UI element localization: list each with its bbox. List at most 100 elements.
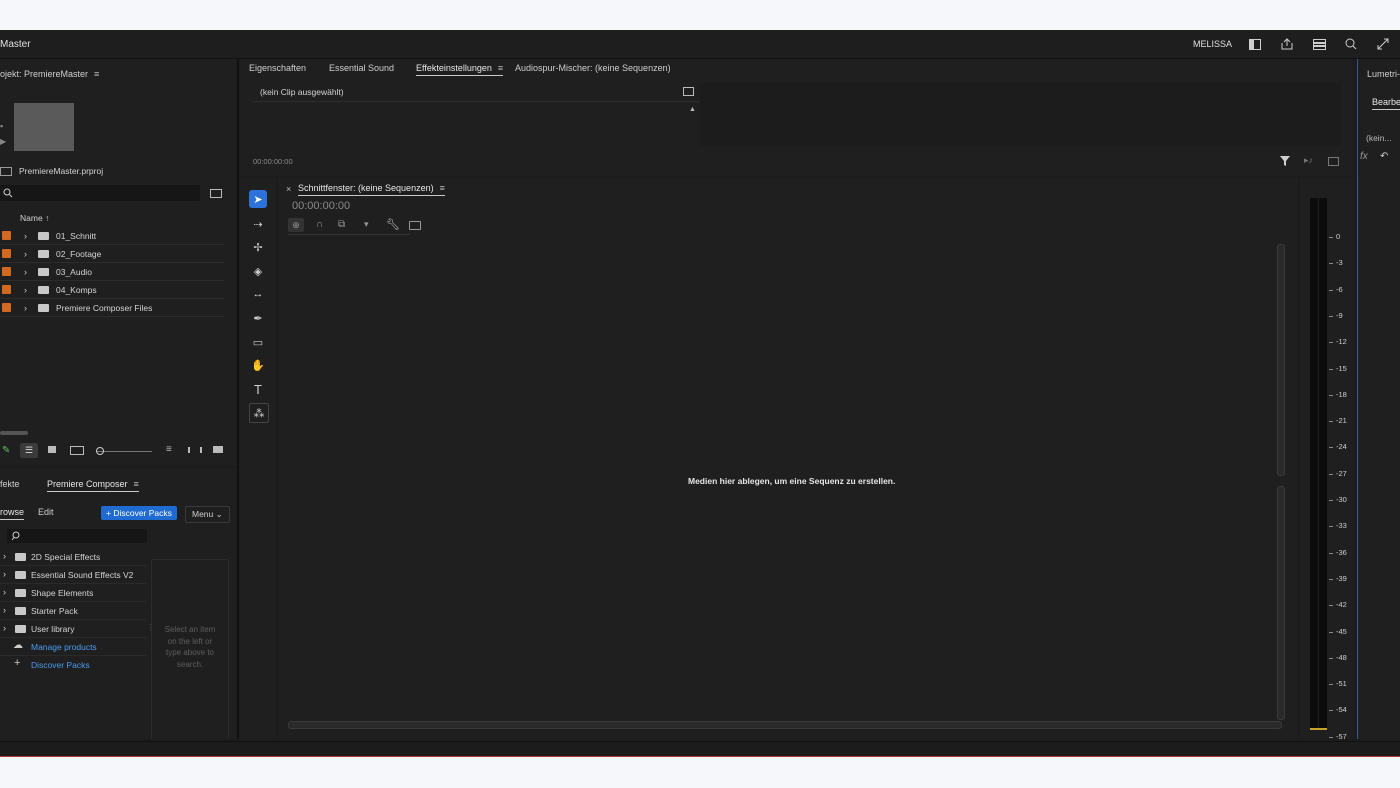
fullscreen-icon[interactable] (1374, 36, 1392, 52)
discover-packs-link[interactable]: + Discover Packs (0, 656, 147, 673)
wrench-icon[interactable]: 🔧︎ (386, 218, 400, 231)
list-view-icon[interactable]: ☰ (20, 443, 38, 458)
list-item[interactable]: › 03_Audio (0, 263, 224, 281)
list-item[interactable]: › Shape Elements (0, 584, 147, 602)
menu-dropdown[interactable]: Menu ⌄ (185, 506, 230, 523)
name-column-header[interactable]: Name ↑ (20, 213, 49, 223)
play-audio-icon[interactable]: ▸♪ (1304, 155, 1313, 166)
add-marker-icon[interactable]: ▾ (364, 219, 369, 230)
play-icon[interactable]: ▶ (0, 137, 6, 146)
pen-tool-icon[interactable]: ✒ (249, 309, 267, 327)
list-item[interactable]: › 01_Schnitt (0, 227, 224, 245)
tab-edit[interactable]: Edit (38, 507, 54, 517)
chevron-right-icon[interactable]: › (24, 285, 27, 295)
chevron-right-icon[interactable]: › (24, 303, 27, 313)
panel-layout-icon[interactable] (1246, 36, 1264, 52)
panel-menu-icon[interactable]: ≡ (498, 63, 503, 73)
reset-icon[interactable]: ↶ (1380, 151, 1388, 162)
tab-essential-sound[interactable]: Essential Sound (329, 63, 394, 73)
ripple-edit-tool-icon[interactable]: ✢ (249, 238, 267, 256)
list-item[interactable]: › User library (0, 620, 147, 638)
label-color-swatch[interactable] (2, 267, 11, 276)
chevron-right-icon[interactable]: › (24, 231, 27, 241)
captions-icon[interactable] (409, 221, 421, 230)
collapse-arrow-icon[interactable]: ▲ (689, 106, 696, 113)
tab-audio-mixer[interactable]: Audiospur-Mischer: (keine Sequenzen) (515, 63, 671, 73)
user-name[interactable]: MELISSA (1193, 39, 1232, 49)
tab-lumetri[interactable]: Lumetri-F (1367, 69, 1400, 79)
hand-tool-icon[interactable]: ✋ (249, 356, 267, 374)
snap-icon[interactable]: ∩ (316, 219, 323, 230)
icon-view-icon[interactable] (48, 446, 56, 453)
type-tool-icon[interactable]: T (249, 380, 267, 398)
vertical-scrollbar-lower[interactable] (1277, 486, 1285, 720)
discover-packs-button[interactable]: + Discover Packs (101, 506, 177, 520)
tab-premiere-composer[interactable]: Premiere Composer ≡ (47, 479, 139, 492)
chevron-right-icon[interactable]: › (3, 623, 6, 633)
tab-eigenschaften[interactable]: Eigenschaften (249, 63, 306, 73)
tab-timeline[interactable]: Schnittfenster: (keine Sequenzen) ≡ (298, 183, 445, 196)
horizontal-scrollbar[interactable] (288, 721, 1282, 729)
tab-bearbeiten[interactable]: Bearbei (1372, 97, 1400, 110)
list-item[interactable]: › Premiere Composer Files (0, 299, 224, 317)
effect-timecode[interactable]: 00:00:00:00 (253, 157, 293, 166)
workspaces-icon[interactable] (1310, 36, 1328, 52)
clip-thumbnail[interactable] (14, 103, 74, 151)
vertical-scrollbar-upper[interactable] (1277, 244, 1285, 476)
label-color-swatch[interactable] (2, 231, 11, 240)
chevron-right-icon[interactable]: › (24, 249, 27, 259)
chevron-right-icon[interactable]: › (3, 605, 6, 615)
freeform-view-icon[interactable] (70, 446, 84, 455)
automate-to-sequence-icon[interactable] (188, 447, 202, 453)
search-icon[interactable] (1342, 36, 1360, 52)
list-item[interactable]: › 04_Komps (0, 281, 224, 299)
filter-icon[interactable] (1280, 156, 1290, 166)
meter-tick (1329, 447, 1333, 449)
zoom-slider[interactable] (96, 451, 152, 452)
label-color-swatch[interactable] (2, 285, 11, 294)
pencil-icon[interactable]: ✎ (2, 445, 10, 456)
list-item[interactable]: › Starter Pack (0, 602, 147, 620)
linked-selection-icon[interactable]: ⧉ (338, 219, 345, 230)
chevron-right-icon[interactable]: › (3, 551, 6, 561)
selection-tool-icon[interactable]: ➤ (249, 190, 267, 208)
razor-tool-icon[interactable]: ◈ (249, 262, 267, 280)
empty-hint: Select an item on the left or type above… (164, 625, 216, 669)
toggle-timeline-view-icon[interactable] (683, 87, 694, 96)
panel-menu-icon[interactable]: ≡ (134, 479, 139, 489)
project-search-input[interactable] (0, 185, 200, 201)
meter-scale-label: -54 (1336, 705, 1347, 715)
composer-search-input[interactable] (7, 529, 147, 543)
chevron-right-icon[interactable]: › (3, 569, 6, 579)
slip-tool-icon[interactable]: ↔ (249, 285, 267, 303)
project-tab[interactable]: ojekt: PremiereMaster ≡ (0, 69, 99, 79)
manage-products-link[interactable]: ☁ Manage products (0, 638, 147, 656)
zoom-slider-handle[interactable] (96, 447, 104, 455)
label-color-swatch[interactable] (2, 249, 11, 258)
chevron-right-icon[interactable]: › (3, 587, 6, 597)
horizontal-scrollbar[interactable] (0, 431, 28, 435)
tab-browse[interactable]: rowse (0, 507, 25, 520)
share-icon[interactable] (1278, 36, 1296, 52)
track-select-tool-icon[interactable]: ⇢ (249, 215, 267, 233)
chevron-right-icon[interactable]: › (24, 267, 27, 277)
list-item[interactable]: › 2D Special Effects (0, 548, 147, 566)
list-item[interactable]: › Essential Sound Effects V2 (0, 566, 147, 584)
label-color-swatch[interactable] (2, 303, 11, 312)
list-item[interactable]: › 02_Footage (0, 245, 224, 263)
panel-menu-icon[interactable]: ≡ (440, 183, 445, 193)
tab-effekte[interactable]: fekte (0, 479, 20, 489)
new-bin-icon[interactable] (213, 446, 223, 453)
new-bin-icon[interactable] (210, 189, 222, 198)
rectangle-tool-icon[interactable]: ▭ (249, 333, 267, 351)
close-icon[interactable]: × (286, 184, 291, 194)
panel-menu-icon[interactable]: ≡ (94, 69, 99, 79)
meter-scale-label: -18 (1336, 389, 1347, 399)
tab-effekteinstellungen[interactable]: Effekteinstellungen ≡ (416, 63, 504, 76)
fx-icon[interactable]: fx (1360, 151, 1368, 162)
sort-icon[interactable]: ≡ (166, 444, 172, 455)
export-icon[interactable] (1328, 157, 1339, 166)
nest-icon[interactable]: ⊕ (288, 218, 304, 232)
remix-tool-icon[interactable]: ⁂ (249, 403, 269, 423)
timeline-timecode[interactable]: 00:00:00:00 (292, 200, 350, 212)
